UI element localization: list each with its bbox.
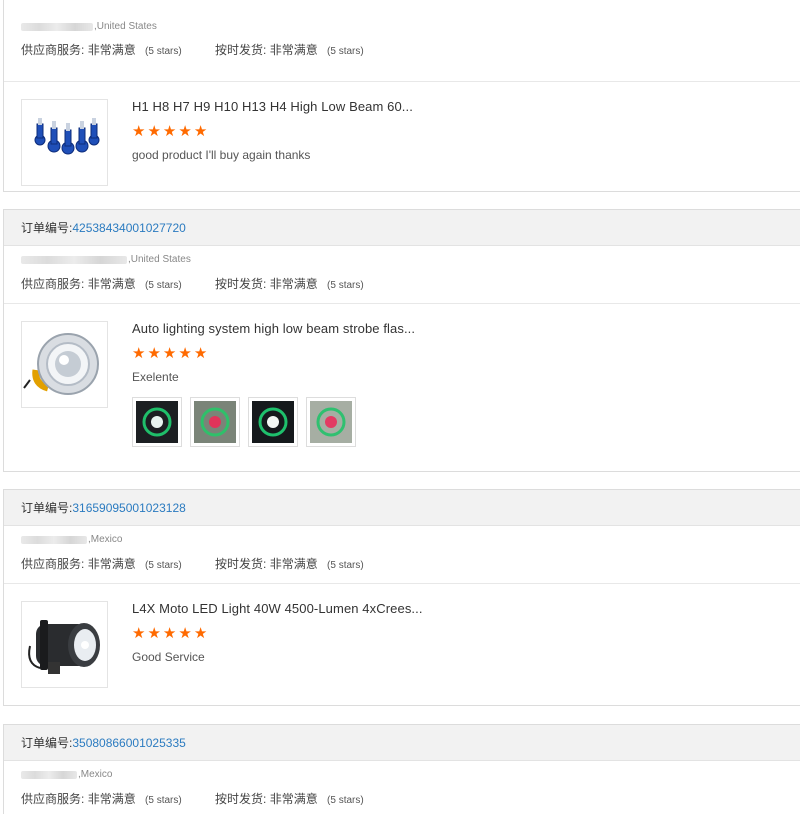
order-number-link[interactable]: 31659095001023128 [72, 501, 185, 515]
buyer-country: ,Mexico [78, 769, 113, 780]
shipping-stars: (5 stars) [327, 560, 364, 571]
review-meta: ,Mexico 供应商服务: 非常满意 (5 stars) 按时发货: 非常满意… [4, 526, 800, 584]
shipping-label: 按时发货: [215, 557, 267, 571]
supplier-service-stars: (5 stars) [145, 280, 182, 291]
review-comment: Exelente [132, 370, 179, 384]
review-photo-thumbnail[interactable] [306, 397, 356, 447]
review-comment: Good Service [132, 650, 205, 664]
star-icon: ★ [178, 344, 192, 362]
shipping-value: 非常满意 [269, 43, 318, 57]
supplier-service-value: 非常满意 [87, 277, 136, 291]
shipping-rating: 按时发货: 非常满意 (5 stars) [215, 555, 364, 572]
shipping-rating: 按时发货: 非常满意 (5 stars) [215, 275, 364, 292]
supplier-service-label: 供应商服务: [21, 557, 85, 571]
review-photos [132, 397, 356, 447]
shipping-value: 非常满意 [269, 277, 318, 291]
order-header: 订单编号: 31659095001023128 [4, 490, 800, 526]
review-meta: ,Mexico 供应商服务: 非常满意 (5 stars) 按时发货: 非常满意… [4, 761, 800, 814]
review-item: L4X Moto LED Light 40W 4500-Lumen 4xCree… [4, 584, 800, 705]
order-header: 订单编号: 42538434001027720 [4, 210, 800, 246]
buyer-name-masked [21, 770, 77, 779]
review-photo-thumbnail[interactable] [190, 397, 240, 447]
supplier-service-value: 非常满意 [87, 792, 136, 806]
shipping-stars: (5 stars) [327, 46, 364, 57]
seller-ratings: 供应商服务: 非常满意 (5 stars) 按时发货: 非常满意 (5 star… [21, 275, 364, 292]
order-header: 订单编号: 35080866001025335 [4, 725, 800, 761]
review-card: 订单编号: 35080866001025335 ,Mexico 供应商服务: 非… [3, 724, 800, 814]
review-item: H1 H8 H7 H9 H10 H13 H4 High Low Beam 60.… [4, 82, 800, 190]
buyer-name-masked [21, 22, 93, 31]
buyer-info: ,United States [21, 21, 157, 32]
supplier-service-label: 供应商服务: [21, 277, 85, 291]
review-card: ,United States 供应商服务: 非常满意 (5 stars) 按时发… [3, 0, 800, 192]
projector-lens-icon[interactable] [21, 321, 108, 408]
star-icon: ★ [162, 122, 177, 140]
review-meta: ,United States 供应商服务: 非常满意 (5 stars) 按时发… [4, 11, 800, 82]
order-number-link[interactable]: 42538434001027720 [72, 221, 185, 235]
supplier-service-label: 供应商服务: [21, 792, 85, 806]
review-item: Auto lighting system high low beam strob… [4, 304, 800, 471]
shipping-label: 按时发货: [215, 792, 267, 806]
product-title-link[interactable]: L4X Moto LED Light 40W 4500-Lumen 4xCree… [132, 601, 423, 616]
order-number-label: 订单编号: [21, 221, 73, 235]
shipping-value: 非常满意 [269, 557, 318, 571]
buyer-name-masked [21, 255, 127, 264]
buyer-info: ,Mexico [21, 769, 112, 780]
shipping-rating: 按时发货: 非常满意 (5 stars) [215, 790, 364, 807]
moto-spotlight-icon[interactable] [21, 601, 108, 688]
seller-ratings: 供应商服务: 非常满意 (5 stars) 按时发货: 非常满意 (5 star… [21, 555, 364, 572]
star-icon: ★ [147, 344, 161, 362]
product-title-link[interactable]: Auto lighting system high low beam strob… [132, 321, 415, 336]
order-number-link[interactable]: 35080866001025335 [72, 736, 185, 750]
buyer-country: ,United States [128, 254, 191, 265]
review-meta: ,United States 供应商服务: 非常满意 (5 stars) 按时发… [4, 246, 800, 304]
supplier-service-stars: (5 stars) [145, 560, 182, 571]
star-icon: ★ [193, 624, 208, 642]
supplier-service-value: 非常满意 [87, 557, 136, 571]
star-rating: ★ ★ ★ ★ ★ [132, 123, 207, 139]
shipping-stars: (5 stars) [327, 795, 364, 806]
shipping-label: 按时发货: [215, 277, 267, 291]
star-icon: ★ [147, 624, 161, 642]
product-title-link[interactable]: H1 H8 H7 H9 H10 H13 H4 High Low Beam 60.… [132, 99, 413, 114]
buyer-country: ,United States [94, 21, 157, 32]
star-icon: ★ [132, 122, 146, 140]
shipping-label: 按时发货: [215, 43, 267, 57]
star-icon: ★ [147, 122, 161, 140]
supplier-service-label: 供应商服务: [21, 43, 85, 57]
star-icon: ★ [193, 344, 208, 362]
buyer-info: ,United States [21, 254, 191, 265]
buyer-name-masked [21, 535, 87, 544]
shipping-rating: 按时发货: 非常满意 (5 stars) [215, 41, 364, 58]
star-icon: ★ [178, 624, 192, 642]
supplier-service-stars: (5 stars) [145, 795, 182, 806]
review-photo-thumbnail[interactable] [248, 397, 298, 447]
star-icon: ★ [193, 122, 208, 140]
review-card: 订单编号: 31659095001023128 ,Mexico 供应商服务: 非… [3, 489, 800, 706]
supplier-service-value: 非常满意 [87, 43, 136, 57]
shipping-stars: (5 stars) [327, 280, 364, 291]
review-comment: good product I'll buy again thanks [132, 148, 311, 162]
order-number-label: 订单编号: [21, 736, 73, 750]
star-rating: ★ ★ ★ ★ ★ [132, 625, 207, 641]
order-number-label: 订单编号: [21, 501, 73, 515]
star-icon: ★ [132, 344, 146, 362]
star-rating: ★ ★ ★ ★ ★ [132, 345, 207, 361]
shipping-value: 非常满意 [269, 792, 318, 806]
review-photo-thumbnail[interactable] [132, 397, 182, 447]
headlight-bulbs-icon[interactable] [21, 99, 108, 186]
star-icon: ★ [162, 624, 177, 642]
seller-ratings: 供应商服务: 非常满意 (5 stars) 按时发货: 非常满意 (5 star… [21, 790, 364, 807]
buyer-info: ,Mexico [21, 534, 122, 545]
seller-ratings: 供应商服务: 非常满意 (5 stars) 按时发货: 非常满意 (5 star… [21, 41, 364, 58]
star-icon: ★ [178, 122, 192, 140]
buyer-country: ,Mexico [88, 534, 123, 545]
star-icon: ★ [162, 344, 177, 362]
review-card: 订单编号: 42538434001027720 ,United States 供… [3, 209, 800, 472]
supplier-service-stars: (5 stars) [145, 46, 182, 57]
star-icon: ★ [132, 624, 146, 642]
